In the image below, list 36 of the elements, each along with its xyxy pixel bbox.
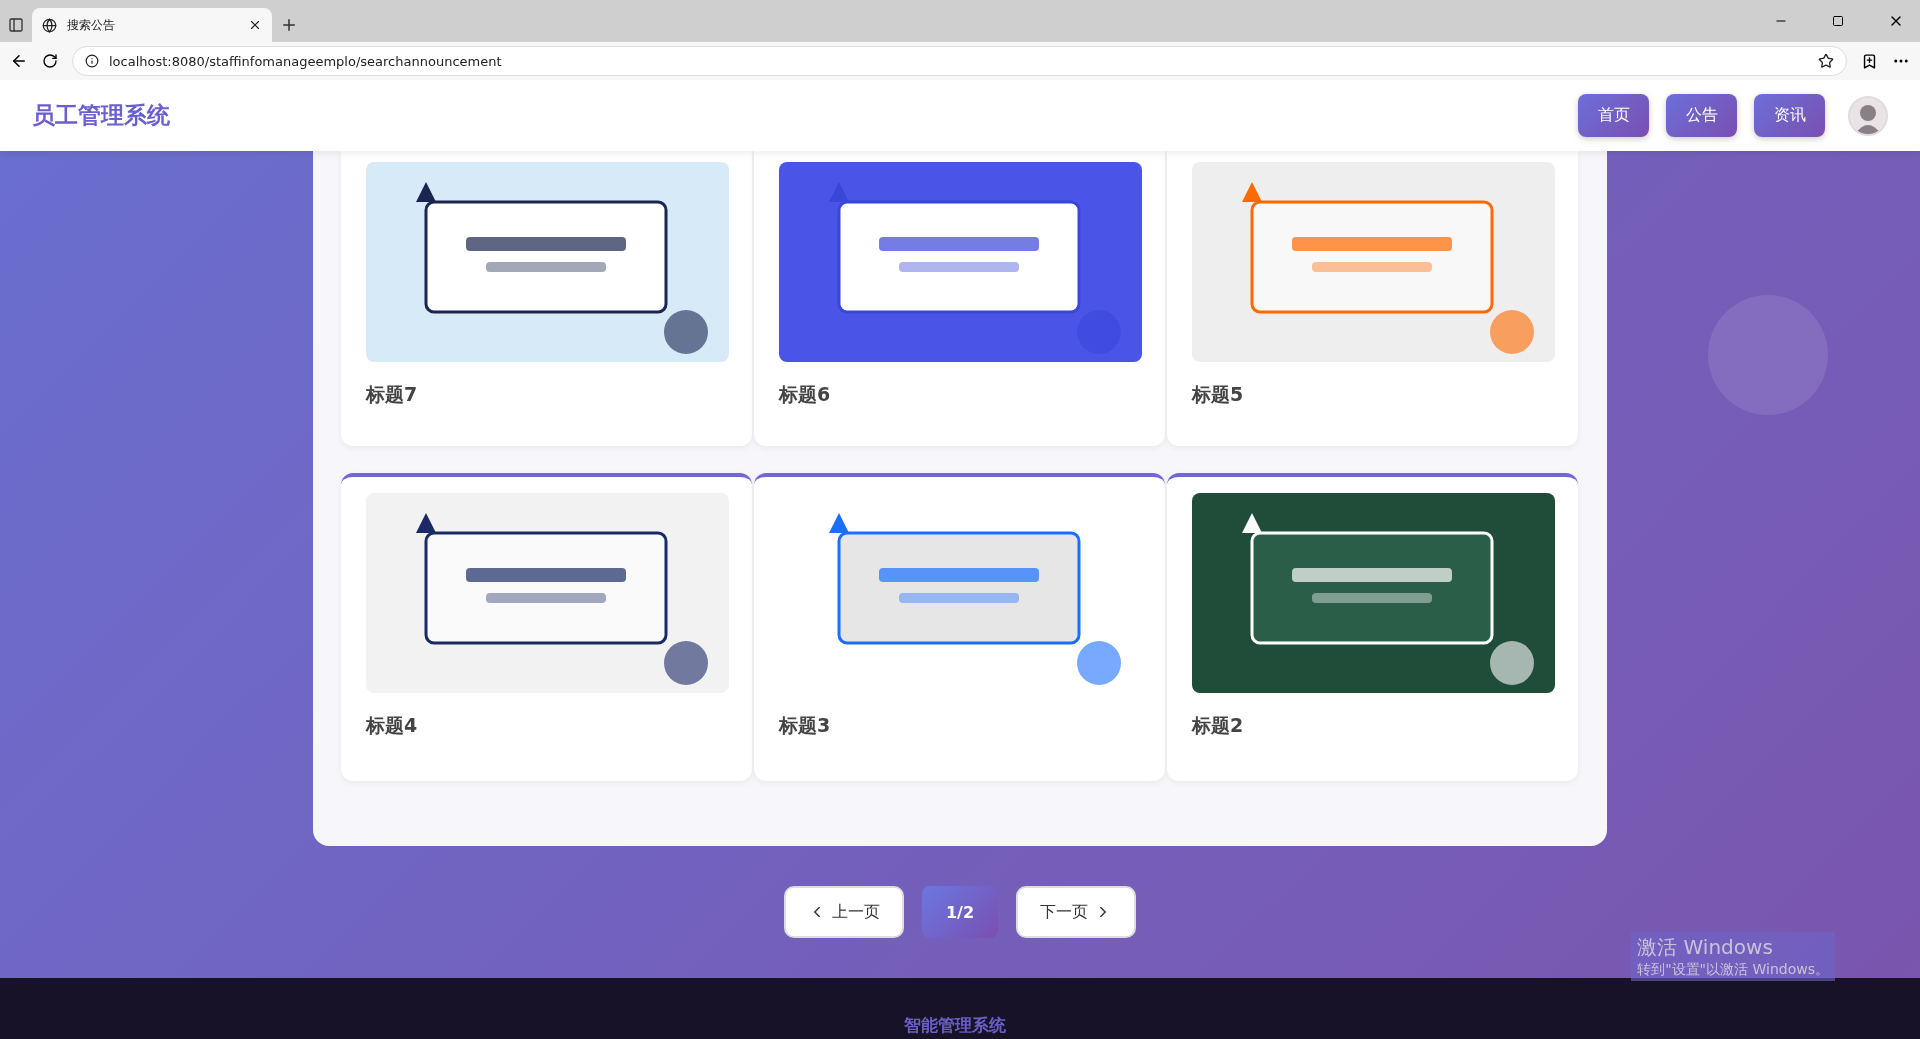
back-icon[interactable] xyxy=(10,52,28,70)
tab-title: 搜索公告 xyxy=(67,16,116,34)
close-icon[interactable] xyxy=(248,18,262,32)
avatar[interactable] xyxy=(1848,95,1888,136)
url-text: localhost:8080/staffinfomanageemplo/searchannouncement xyxy=(109,53,503,69)
announcement-card[interactable]: 标题7 xyxy=(341,151,752,446)
favorites-icon[interactable] xyxy=(1861,52,1878,70)
watermark-subtitle: 转到"设置"以激活 Windows。 xyxy=(1637,961,1829,979)
new-tab-icon[interactable] xyxy=(280,16,298,34)
card-title: 标题7 xyxy=(366,382,419,407)
star-icon[interactable] xyxy=(1818,53,1834,69)
next-page-button[interactable]: 下一页 xyxy=(1016,886,1136,938)
announcement-card[interactable]: 标题6 xyxy=(754,151,1165,446)
globe-icon xyxy=(42,17,57,33)
footer-text: 智能管理系统 xyxy=(904,1015,1006,1037)
nav-button[interactable]: 首页 xyxy=(1578,94,1649,137)
reload-icon[interactable] xyxy=(42,53,58,69)
card-title: 标题6 xyxy=(779,382,832,407)
announcement-card[interactable]: 标题2 xyxy=(1167,473,1578,781)
page-indicator: 1/2 xyxy=(922,886,998,938)
nav-button[interactable]: 公告 xyxy=(1666,94,1737,137)
maximize-icon[interactable] xyxy=(1832,15,1844,27)
browser-tab[interactable]: 搜索公告 xyxy=(32,8,272,42)
card-title: 标题4 xyxy=(366,713,419,738)
nav-button[interactable]: 资讯 xyxy=(1754,94,1825,137)
prev-page-button[interactable]: 上一页 xyxy=(784,886,904,938)
info-icon[interactable] xyxy=(85,54,99,68)
announcement-card[interactable]: 标题5 xyxy=(1167,151,1578,446)
card-title: 标题2 xyxy=(1192,713,1245,738)
card-title: 标题3 xyxy=(779,713,832,738)
app-logo[interactable]: 员工管理系统 xyxy=(32,100,1578,131)
announcement-card[interactable]: 标题3 xyxy=(754,473,1165,781)
watermark-title: 激活 Windows xyxy=(1637,934,1774,961)
address-bar[interactable]: localhost:8080/staffinfomanageemplo/searchannouncement xyxy=(72,46,1847,76)
announcement-card[interactable]: 标题4 xyxy=(341,473,752,781)
card-title: 标题5 xyxy=(1192,382,1245,407)
